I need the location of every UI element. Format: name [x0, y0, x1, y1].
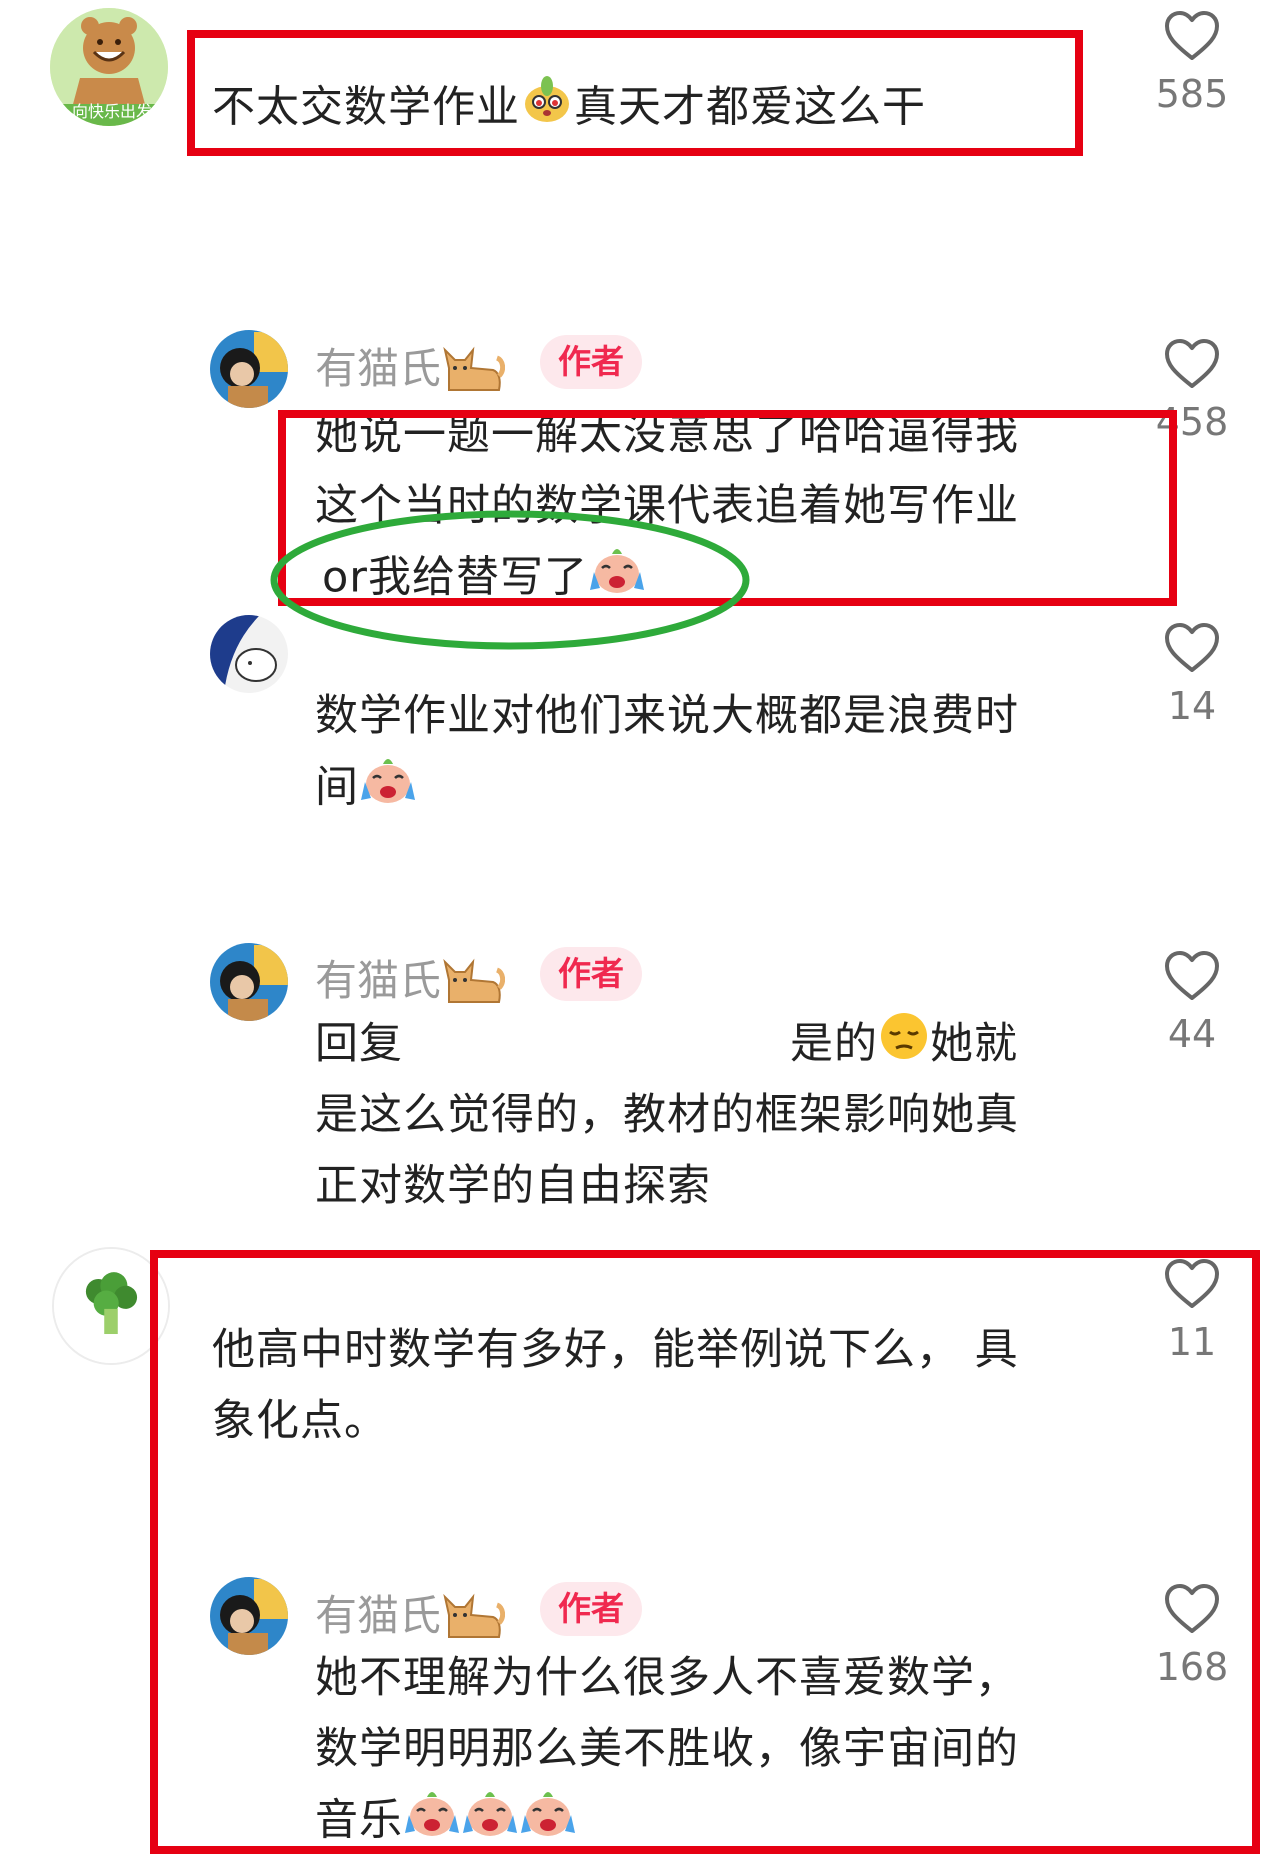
comment-text-part: 是的	[790, 1019, 878, 1069]
heart-icon	[1165, 11, 1219, 60]
username-text: 有猫氏	[315, 344, 442, 393]
author-badge: 作者	[540, 335, 642, 389]
annotation-red-box	[150, 1250, 1260, 1854]
author-avatar-icon	[210, 330, 288, 408]
comment-text-part: 间	[315, 762, 359, 813]
heart-icon	[1165, 623, 1219, 672]
heart-icon	[1165, 951, 1219, 1000]
comment-text: 间	[315, 752, 417, 828]
like-button[interactable]: 14	[1132, 622, 1252, 728]
crying-face-emoji-icon	[359, 752, 417, 828]
comment-text: 正对数学的自由探索	[315, 1161, 711, 1211]
username-text: 有猫氏	[315, 956, 442, 1005]
heart-icon	[1165, 339, 1219, 388]
like-button[interactable]: 44	[1132, 950, 1252, 1056]
avatar[interactable]	[210, 615, 288, 693]
author-badge: 作者	[540, 947, 642, 1001]
avatar[interactable]	[210, 330, 288, 408]
like-count: 14	[1167, 684, 1217, 728]
annotation-red-box	[187, 30, 1083, 156]
author-avatar-icon	[210, 943, 288, 1021]
comment-text: 是这么觉得的，教材的框架影响她真	[315, 1090, 1019, 1140]
cat-icon	[441, 952, 506, 1016]
pensive-face-emoji-icon	[878, 1010, 930, 1084]
comment-text: 回复	[315, 1019, 403, 1069]
comment-text: 是的 她就	[790, 1009, 1018, 1084]
avatar[interactable]	[210, 943, 288, 1021]
comment-text-part: 她就	[930, 1019, 1018, 1069]
username[interactable]: 有猫氏	[315, 947, 506, 1016]
annotation-green-ellipse	[270, 510, 750, 650]
comment-text: 数学作业对他们来说大概都是浪费时	[315, 691, 1019, 741]
username[interactable]: 有猫氏	[315, 335, 506, 404]
cat-icon	[441, 340, 506, 404]
like-count: 44	[1167, 1012, 1217, 1056]
avatar-caption: 向快乐出发	[72, 102, 153, 121]
like-count: 585	[1155, 72, 1229, 116]
like-button[interactable]: 585	[1132, 10, 1252, 116]
anime-avatar-icon	[210, 615, 288, 693]
